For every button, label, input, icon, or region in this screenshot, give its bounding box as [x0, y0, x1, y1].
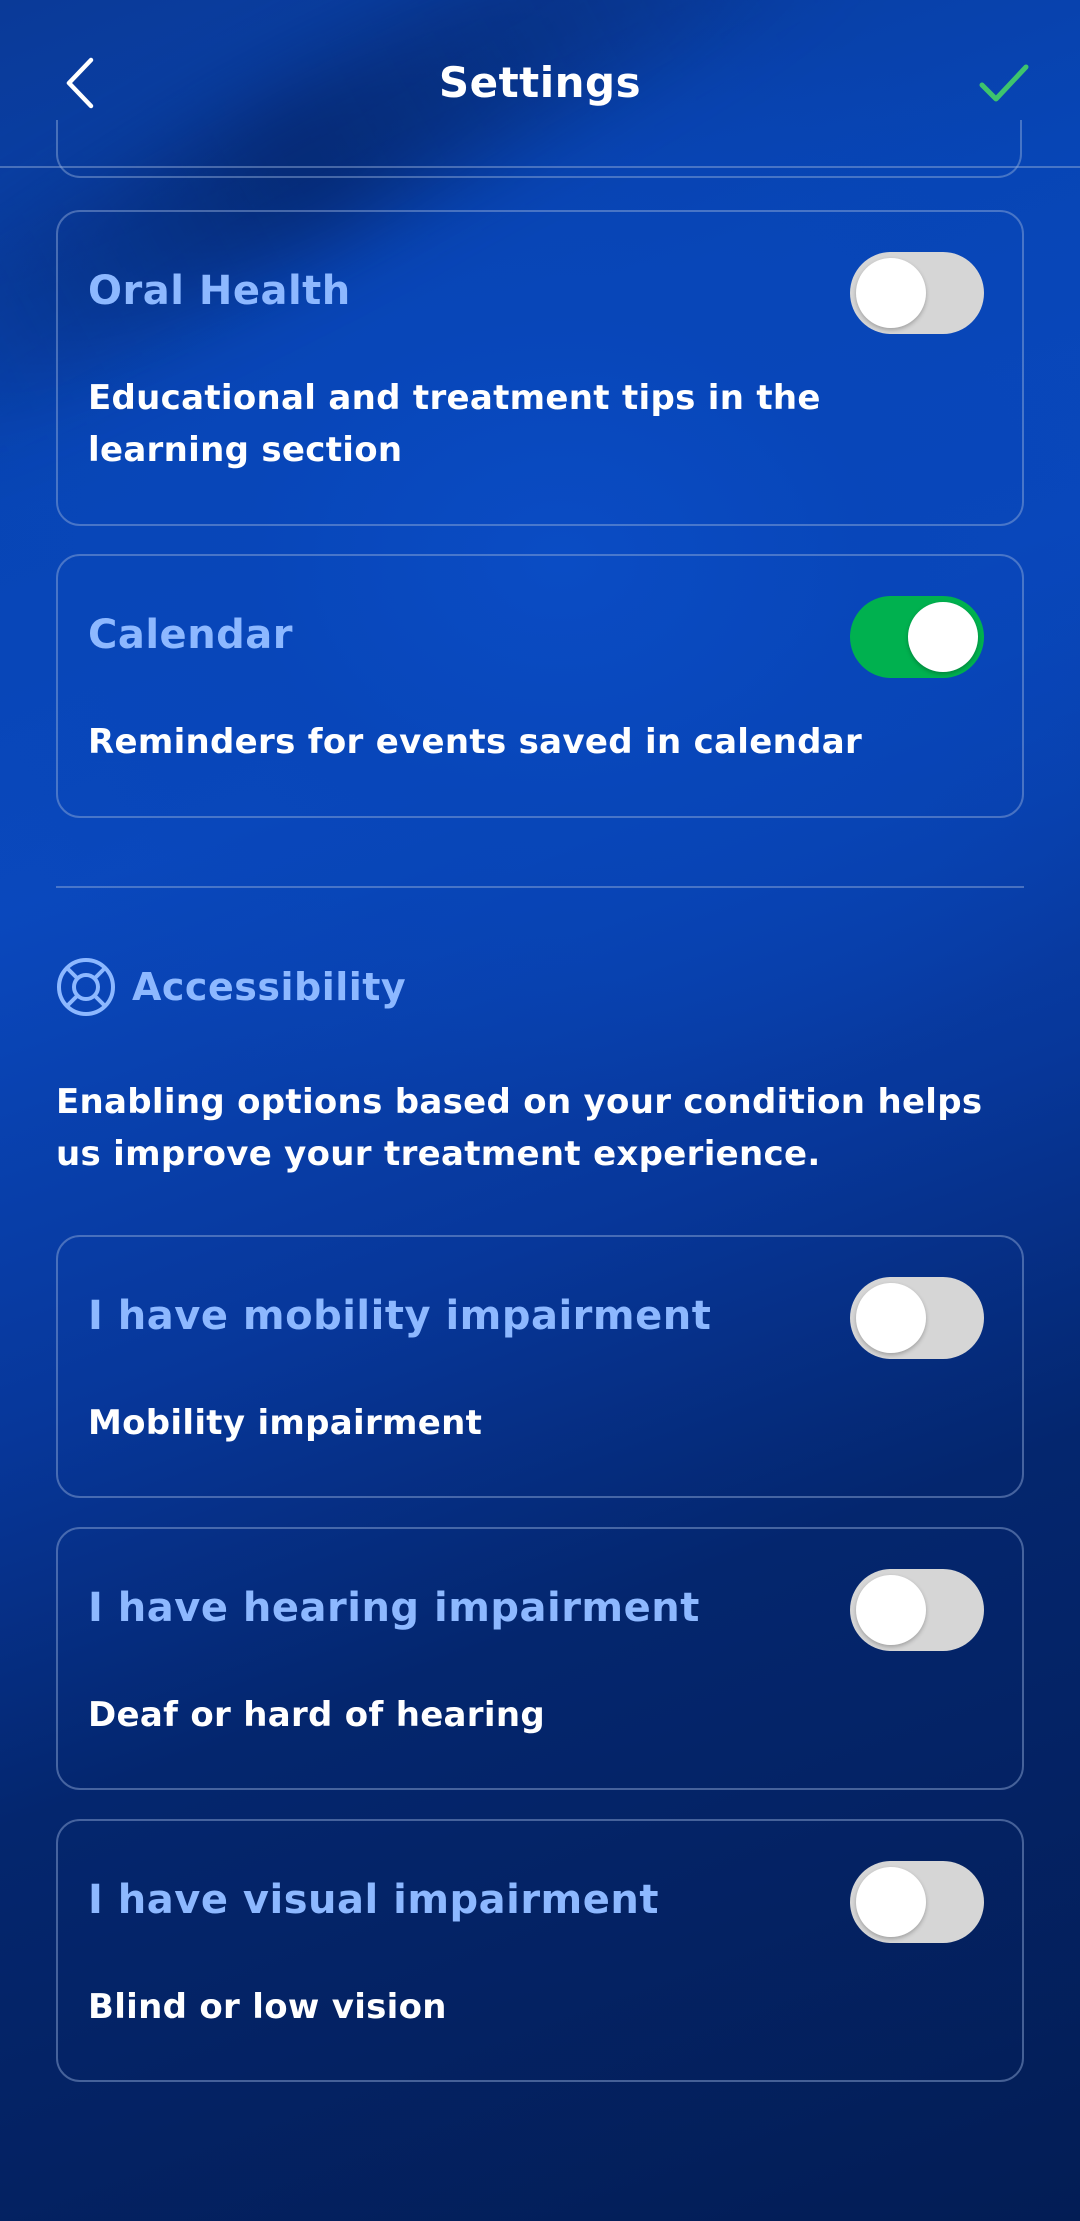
setting-card-visual: I have visual impairment Blind or low vi…: [56, 1819, 1024, 2082]
hearing-toggle[interactable]: [850, 1569, 984, 1651]
toggle-knob: [856, 1575, 926, 1645]
app-header: Settings: [0, 0, 1080, 168]
section-title: Accessibility: [132, 965, 407, 1009]
setting-title: I have visual impairment: [88, 1877, 659, 1923]
page-title: Settings: [438, 58, 642, 107]
toggle-knob: [856, 1283, 926, 1353]
setting-card-hearing: I have hearing impairment Deaf or hard o…: [56, 1527, 1024, 1790]
calendar-toggle[interactable]: [850, 596, 984, 678]
setting-description: Educational and treatment tips in the le…: [88, 378, 821, 470]
accessibility-section-header: Accessibility: [56, 957, 406, 1017]
toggle-knob: [856, 1867, 926, 1937]
section-description: Enabling options based on your condition…: [56, 1082, 983, 1174]
confirm-button[interactable]: [968, 50, 1040, 116]
oral-health-toggle[interactable]: [850, 252, 984, 334]
setting-description: Deaf or hard of hearing: [88, 1695, 545, 1735]
setting-description: Blind or low vision: [88, 1987, 447, 2027]
setting-card-mobility: I have mobility impairment Mobility impa…: [56, 1235, 1024, 1498]
toggle-knob: [856, 258, 926, 328]
lifebuoy-icon: [56, 957, 116, 1017]
setting-title: I have hearing impairment: [88, 1585, 700, 1631]
setting-title: Calendar: [88, 612, 294, 658]
setting-card-calendar: Calendar Reminders for events saved in c…: [56, 554, 1024, 818]
mobility-toggle[interactable]: [850, 1277, 984, 1359]
visual-toggle[interactable]: [850, 1861, 984, 1943]
toggle-knob: [908, 602, 978, 672]
setting-description: Mobility impairment: [88, 1403, 483, 1443]
setting-title: Oral Health: [88, 268, 351, 314]
setting-card-oral-health: Oral Health Educational and treatment ti…: [56, 210, 1024, 526]
section-divider: [56, 886, 1024, 888]
setting-description: Reminders for events saved in calendar: [88, 722, 863, 762]
setting-title: I have mobility impairment: [88, 1293, 712, 1339]
checkmark-icon: [979, 64, 1029, 102]
